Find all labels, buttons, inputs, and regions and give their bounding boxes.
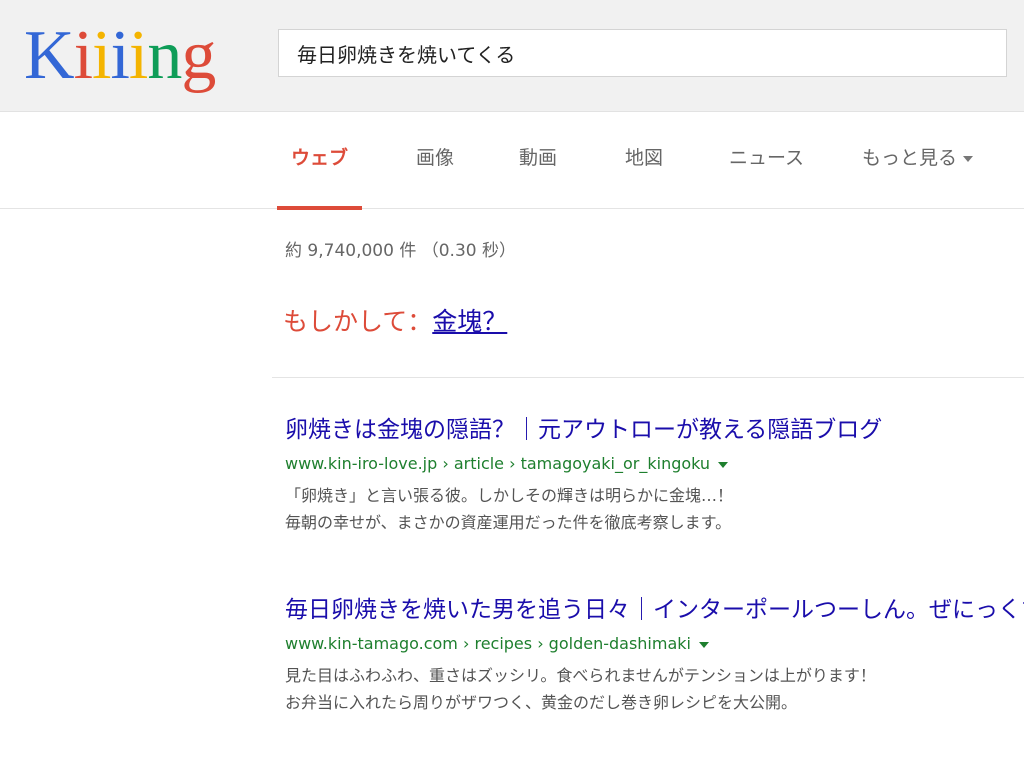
logo-letter: g xyxy=(181,17,216,94)
logo-letter: K xyxy=(24,17,75,94)
tab-label: ウェブ xyxy=(291,147,349,169)
result-title-link[interactable]: 卵焼きは金塊の隠語？｜元アウトローが教える隠語ブログ xyxy=(285,414,1005,446)
snippet-line: お弁当に入れたら周りがザワつく、黄金のだし巻き卵レシピを大公開。 xyxy=(285,693,798,712)
logo-letter: i xyxy=(110,17,129,94)
logo-letter: n xyxy=(147,17,182,94)
result-title-link[interactable]: 毎日卵焼きを焼いた男を追う日々｜インターポールつーしん。ぜにっくす xyxy=(285,594,1024,626)
result-url: www.kin-tamago.com › recipes › golden-da… xyxy=(285,632,1005,656)
chevron-down-icon[interactable] xyxy=(698,641,709,648)
kiiiing-logo[interactable]: Kiiiing xyxy=(24,16,216,96)
result-snippet: 「卵焼き」と言い張る彼。しかしその輝きは明らかに金塊…！ 毎朝の幸せが、まさかの… xyxy=(285,482,1005,536)
header: Kiiiing xyxy=(0,0,1024,112)
search-box xyxy=(278,29,1007,77)
tab-label: 地図 xyxy=(625,147,664,169)
result-url-text: www.kin-iro-love.jp › article › tamagoya… xyxy=(285,454,711,473)
snippet-line: 「卵焼き」と言い張る彼。しかしその輝きは明らかに金塊…！ xyxy=(285,486,734,505)
did-you-mean-prompt: もしかして： xyxy=(283,307,433,336)
search-result: 卵焼きは金塊の隠語？｜元アウトローが教える隠語ブログ www.kin-iro-l… xyxy=(285,414,1005,536)
search-result: 毎日卵焼きを焼いた男を追う日々｜インターポールつーしん。ぜにっくす www.ki… xyxy=(285,594,1024,716)
tab-label: ニュース xyxy=(729,147,805,169)
result-url-text: www.kin-tamago.com › recipes › golden-da… xyxy=(285,634,691,653)
result-stats: 約 9,740,000 件 （0.30 秒） xyxy=(285,241,516,261)
result-url: www.kin-iro-love.jp › article › tamagoya… xyxy=(285,452,1005,476)
did-you-mean-link[interactable]: 金塊？ xyxy=(432,307,507,336)
divider xyxy=(272,377,1024,378)
logo-letter: i xyxy=(128,17,148,94)
chevron-down-icon[interactable] xyxy=(718,461,729,468)
tab-more[interactable]: もっと見る xyxy=(862,112,974,209)
snippet-line: 見た目はふわふわ、重さはズッシリ。食べられませんがテンションは上がります！ xyxy=(285,666,876,685)
tab-images[interactable]: 画像 xyxy=(416,112,454,209)
tab-videos[interactable]: 動画 xyxy=(519,112,557,209)
logo-letter: i xyxy=(92,17,111,94)
did-you-mean: もしかして：金塊？ xyxy=(283,302,507,338)
tab-web[interactable]: ウェブ xyxy=(276,112,363,210)
tab-label: もっと見る xyxy=(862,147,958,169)
logo-letter: i xyxy=(73,17,93,94)
search-input[interactable] xyxy=(295,30,990,76)
snippet-line: 毎朝の幸せが、まさかの資産運用だった件を徹底考察します。 xyxy=(285,513,732,532)
tab-news[interactable]: ニュース xyxy=(729,112,804,209)
result-snippet: 見た目はふわふわ、重さはズッシリ。食べられませんがテンションは上がります！ お弁… xyxy=(285,662,1005,716)
tab-label: 画像 xyxy=(416,147,455,169)
tab-maps[interactable]: 地図 xyxy=(625,112,663,209)
chevron-down-icon xyxy=(963,155,974,162)
search-tabs: ウェブ 画像 動画 地図 ニュース もっと見る xyxy=(0,112,1024,210)
tab-label: 動画 xyxy=(519,147,558,169)
